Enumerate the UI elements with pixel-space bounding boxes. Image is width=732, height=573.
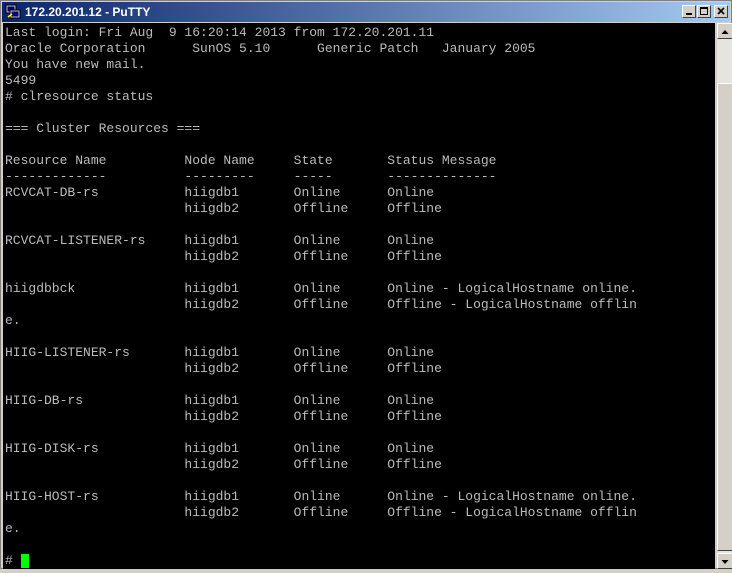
terminal-line: hiigdb2 Offline Offline (5, 409, 442, 424)
maximize-button[interactable] (697, 5, 711, 18)
terminal-line: e. (5, 313, 21, 328)
terminal-line: 5499 (5, 73, 37, 88)
scroll-down-button[interactable] (717, 553, 732, 569)
minimize-icon (686, 13, 692, 15)
terminal-line: Last login: Fri Aug 9 16:20:14 2013 from… (5, 25, 435, 40)
terminal-line: # clresource status (5, 89, 154, 104)
terminal-line: hiigdb2 Offline Offline (5, 201, 442, 216)
terminal-line: hiigdb2 Offline Offline (5, 457, 442, 472)
terminal-line: hiigdb2 Offline Offline - LogicalHostnam… (5, 505, 637, 520)
shell-prompt: # (5, 553, 21, 568)
title-bar[interactable]: 172.20.201.12 - PuTTY (2, 2, 730, 22)
terminal-line: ------------- --------- ----- ----------… (5, 169, 497, 184)
text-cursor (20, 554, 29, 568)
window-title: 172.20.201.12 - PuTTY (25, 5, 151, 19)
scrollbar-thumb[interactable] (717, 83, 732, 551)
terminal-line: HIIG-HOST-rs hiigdb1 Online Online - Log… (5, 489, 637, 504)
terminal-line: RCVCAT-LISTENER-rs hiigdb1 Online Online (5, 233, 435, 248)
terminal-output: Last login: Fri Aug 9 16:20:14 2013 from… (5, 25, 637, 553)
terminal-area[interactable]: Last login: Fri Aug 9 16:20:14 2013 from… (3, 23, 715, 569)
close-button[interactable] (714, 5, 728, 18)
terminal-line: hiigdb2 Offline Offline (5, 361, 442, 376)
terminal-line: e. (5, 521, 21, 536)
terminal-line: RCVCAT-DB-rs hiigdb1 Online Online (5, 185, 435, 200)
putty-icon[interactable] (5, 4, 21, 20)
close-icon (717, 7, 725, 15)
terminal-line: Resource Name Node Name State Status Mes… (5, 153, 497, 168)
vertical-scrollbar[interactable] (717, 23, 732, 569)
terminal-line: hiigdb2 Offline Offline (5, 249, 442, 264)
terminal-line: HIIG-DB-rs hiigdb1 Online Online (5, 393, 435, 408)
maximize-icon (700, 7, 708, 15)
terminal-line: HIIG-DISK-rs hiigdb1 Online Online (5, 441, 435, 456)
scroll-up-button[interactable] (717, 23, 732, 39)
terminal-line: Oracle Corporation SunOS 5.10 Generic Pa… (5, 41, 536, 56)
terminal-line: hiigdbbck hiigdb1 Online Online - Logica… (5, 281, 637, 296)
terminal-line: === Cluster Resources === (5, 121, 201, 136)
minimize-button[interactable] (682, 5, 696, 18)
arrow-down-icon (721, 560, 729, 564)
terminal-line: HIIG-LISTENER-rs hiigdb1 Online Online (5, 345, 435, 360)
terminal-line: You have new mail. (5, 57, 146, 72)
arrow-up-icon (721, 30, 729, 34)
putty-window: 172.20.201.12 - PuTTY Last login: Fri Au… (0, 0, 732, 569)
prompt-line[interactable]: # (5, 553, 29, 569)
terminal-line: hiigdb2 Offline Offline - LogicalHostnam… (5, 297, 637, 312)
